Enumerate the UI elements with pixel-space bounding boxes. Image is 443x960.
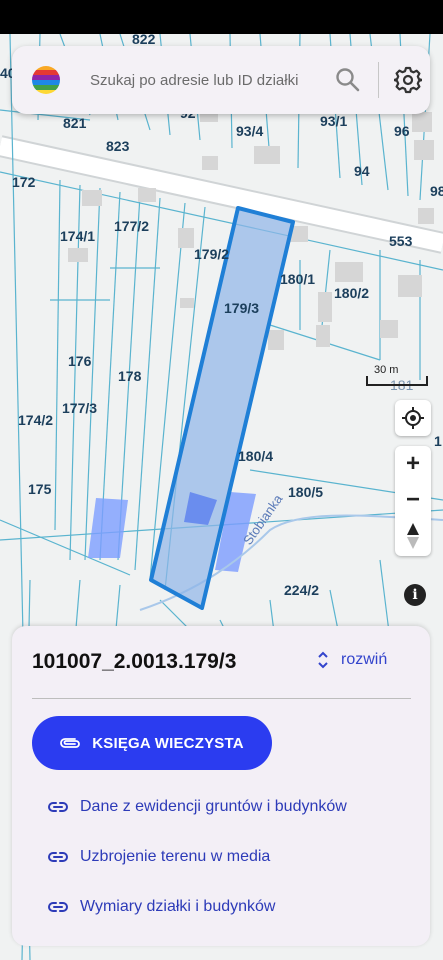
parcel-label: 177/2 — [114, 218, 150, 234]
link-land-records-label[interactable]: Dane z ewidencji gruntów i budynków — [80, 798, 347, 816]
link-land-records[interactable]: Dane z ewidencji gruntów i budynków — [48, 798, 347, 816]
status-bar — [0, 0, 443, 34]
scale-line — [366, 376, 428, 386]
link-dimensions[interactable]: Wymiary działki i budynków — [48, 898, 275, 916]
search-divider — [378, 62, 379, 98]
zoom-out-button[interactable]: − — [395, 482, 431, 518]
info-button[interactable]: i — [404, 584, 426, 606]
parcel-id: 101007_2.0013.179/3 — [32, 650, 237, 673]
parcel-label: 174/1 — [60, 228, 96, 244]
link-icon — [48, 852, 68, 862]
parcel-label: 224/2 — [284, 582, 320, 598]
parcel-label: 553 — [389, 233, 413, 249]
expand-toggle[interactable]: rozwiń — [317, 650, 387, 670]
expand-label[interactable]: rozwiń — [341, 651, 387, 669]
parcel-label: 175 — [28, 481, 52, 497]
parcel-label: 93/1 — [320, 113, 348, 129]
crosshair-location-icon — [402, 407, 424, 429]
scale-label: 30 m — [374, 364, 399, 376]
link-utilities[interactable]: Uzbrojenie terenu w media — [48, 848, 270, 866]
parcel-label: 180/4 — [238, 448, 274, 464]
link-icon — [48, 902, 68, 912]
link-utilities-label[interactable]: Uzbrojenie terenu w media — [80, 848, 270, 866]
locate-button[interactable] — [395, 400, 431, 436]
parcel-label: 821 — [63, 115, 87, 131]
settings-gear-icon[interactable] — [394, 66, 422, 94]
parcel-label: 1 — [434, 433, 442, 449]
zoom-controls: + − — [395, 446, 431, 556]
parcel-label: 93/4 — [236, 123, 264, 139]
panel-divider — [32, 698, 411, 699]
link-icon — [48, 802, 68, 812]
link-dimensions-label[interactable]: Wymiary działki i budynków — [80, 898, 275, 916]
compass-button[interactable] — [395, 518, 431, 554]
zoom-in-button[interactable]: + — [395, 446, 431, 482]
land-register-label: KSIĘGA WIECZYSTA — [92, 734, 244, 752]
parcel-label: 179/3 — [224, 300, 260, 316]
parcel-label: 179/2 — [194, 246, 230, 262]
parcel-label: 178 — [118, 368, 142, 384]
land-register-button[interactable]: KSIĘGA WIECZYSTA — [32, 716, 272, 770]
parcel-label: 176 — [68, 353, 92, 369]
parcel-label: 96 — [394, 123, 410, 139]
parcel-label: 172 — [12, 174, 36, 190]
expand-chevrons-icon — [318, 651, 328, 669]
parcel-label: 174/2 — [18, 412, 54, 428]
paperclip-icon — [60, 738, 81, 748]
scale-bar: 30 m — [366, 362, 428, 386]
search-bar[interactable]: Szukaj po adresie lub ID działki — [12, 46, 430, 114]
search-icon[interactable] — [334, 66, 362, 94]
search-input[interactable]: Szukaj po adresie lub ID działki — [90, 72, 298, 89]
parcel-details-panel: 101007_2.0013.179/3 rozwiń KSIĘGA WIECZY… — [12, 626, 430, 946]
parcel-label: 823 — [106, 138, 130, 154]
parcel-label: 98 — [430, 183, 443, 199]
parcel-label: 180/2 — [334, 285, 370, 301]
parcel-label: 180/1 — [280, 271, 316, 287]
app-logo-icon — [32, 66, 60, 94]
compass-icon — [407, 523, 419, 549]
parcel-label: 177/3 — [62, 400, 98, 416]
parcel-label: 94 — [354, 163, 370, 179]
parcel-label: 180/5 — [288, 484, 324, 500]
